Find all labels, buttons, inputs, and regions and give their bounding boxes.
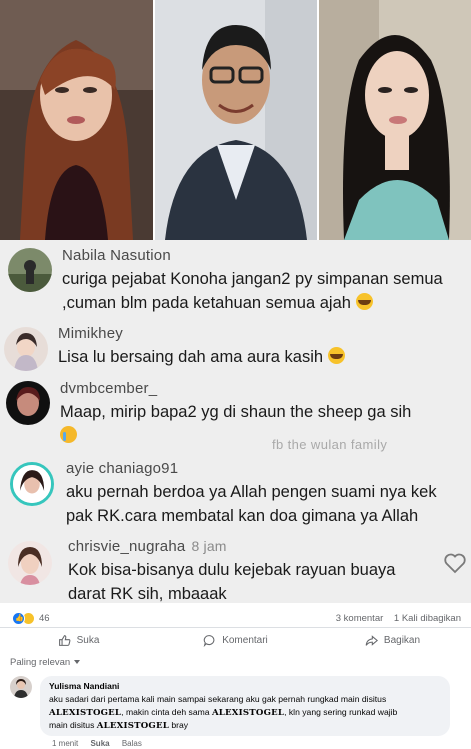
reply-timestamp: 1 menit [52,739,79,748]
avatar[interactable] [6,381,50,425]
comment-count-link[interactable]: 3 komentar [336,613,384,624]
comment-sort-dropdown[interactable]: Paling relevan [10,657,81,668]
avatar[interactable] [10,676,32,698]
chevron-down-icon [74,660,81,664]
comment-bubble-icon [203,635,215,647]
share-button[interactable]: Bagikan [314,628,471,653]
commenter-name[interactable]: dvmbcember_ [60,380,157,397]
post-actions: Suka Komentari Bagikan [0,627,471,653]
reply-author-name[interactable]: Yulisma Nandiani [49,681,441,691]
comment-label: Komentari [222,635,268,646]
like-reaction-icon [12,612,25,625]
commenter-name[interactable]: Nabila Nasution [62,247,171,264]
photo-woman-left [0,0,153,240]
sort-label: Paling relevan [10,657,71,668]
share-count-link[interactable]: 1 Kali dibagikan [394,613,461,624]
share-label: Bagikan [383,635,421,646]
reply-reply-link[interactable]: Balas [122,739,142,748]
commenter-name[interactable]: chrisvie_nugraha 8 jam [68,538,227,555]
reply-bubble: Yulisma Nandiani aku sadari dari pertama… [40,676,450,736]
reaction-count: 46 [39,613,50,624]
comment-text: Maap, mirip bapa2 yg di shaun the sheep … [60,400,460,448]
thumbs-up-icon [58,635,71,646]
commenter-name[interactable]: ayie chaniago91 [66,460,178,477]
reply-text: aku sadari dari pertama kali main sampai… [49,694,398,731]
comment-button[interactable]: Komentari [157,628,314,653]
share-arrow-icon [365,635,378,646]
comment-text: curiga pejabat Konoha jangan2 py simpana… [62,270,443,312]
photo-woman-right [319,0,471,240]
commenter-name[interactable]: Mimikhey [58,325,123,342]
comment-text: aku pernah berdoa ya Allah pengen suami … [66,483,437,525]
avatar[interactable] [4,327,48,371]
avatar[interactable] [8,248,52,292]
reply-meta: 1 menit Suka Balas [52,739,152,748]
comment-screenshot: Nabila Nasution curiga pejabat Konoha ja… [0,240,471,603]
reaction-summary[interactable]: 46 [12,612,50,625]
heart-icon[interactable] [443,552,467,574]
avatar[interactable] [10,462,54,506]
crying-emoji [60,426,77,443]
photo-collage [0,0,471,240]
photo-man-center [155,0,317,240]
like-label: Suka [76,635,100,646]
tears-of-joy-emoji [327,347,345,364]
grinning-sweat-emoji [355,293,373,310]
reply-like-link[interactable]: Suka [90,739,109,748]
like-button[interactable]: Suka [0,628,157,653]
comment-text: Kok bisa-bisanya dulu kejebak rayuan bua… [68,561,396,603]
avatar[interactable] [8,541,52,585]
watermark-text: fb the wulan family [272,437,388,452]
comment-text: Lisa lu bersaing dah ama aura kasih [58,345,458,369]
